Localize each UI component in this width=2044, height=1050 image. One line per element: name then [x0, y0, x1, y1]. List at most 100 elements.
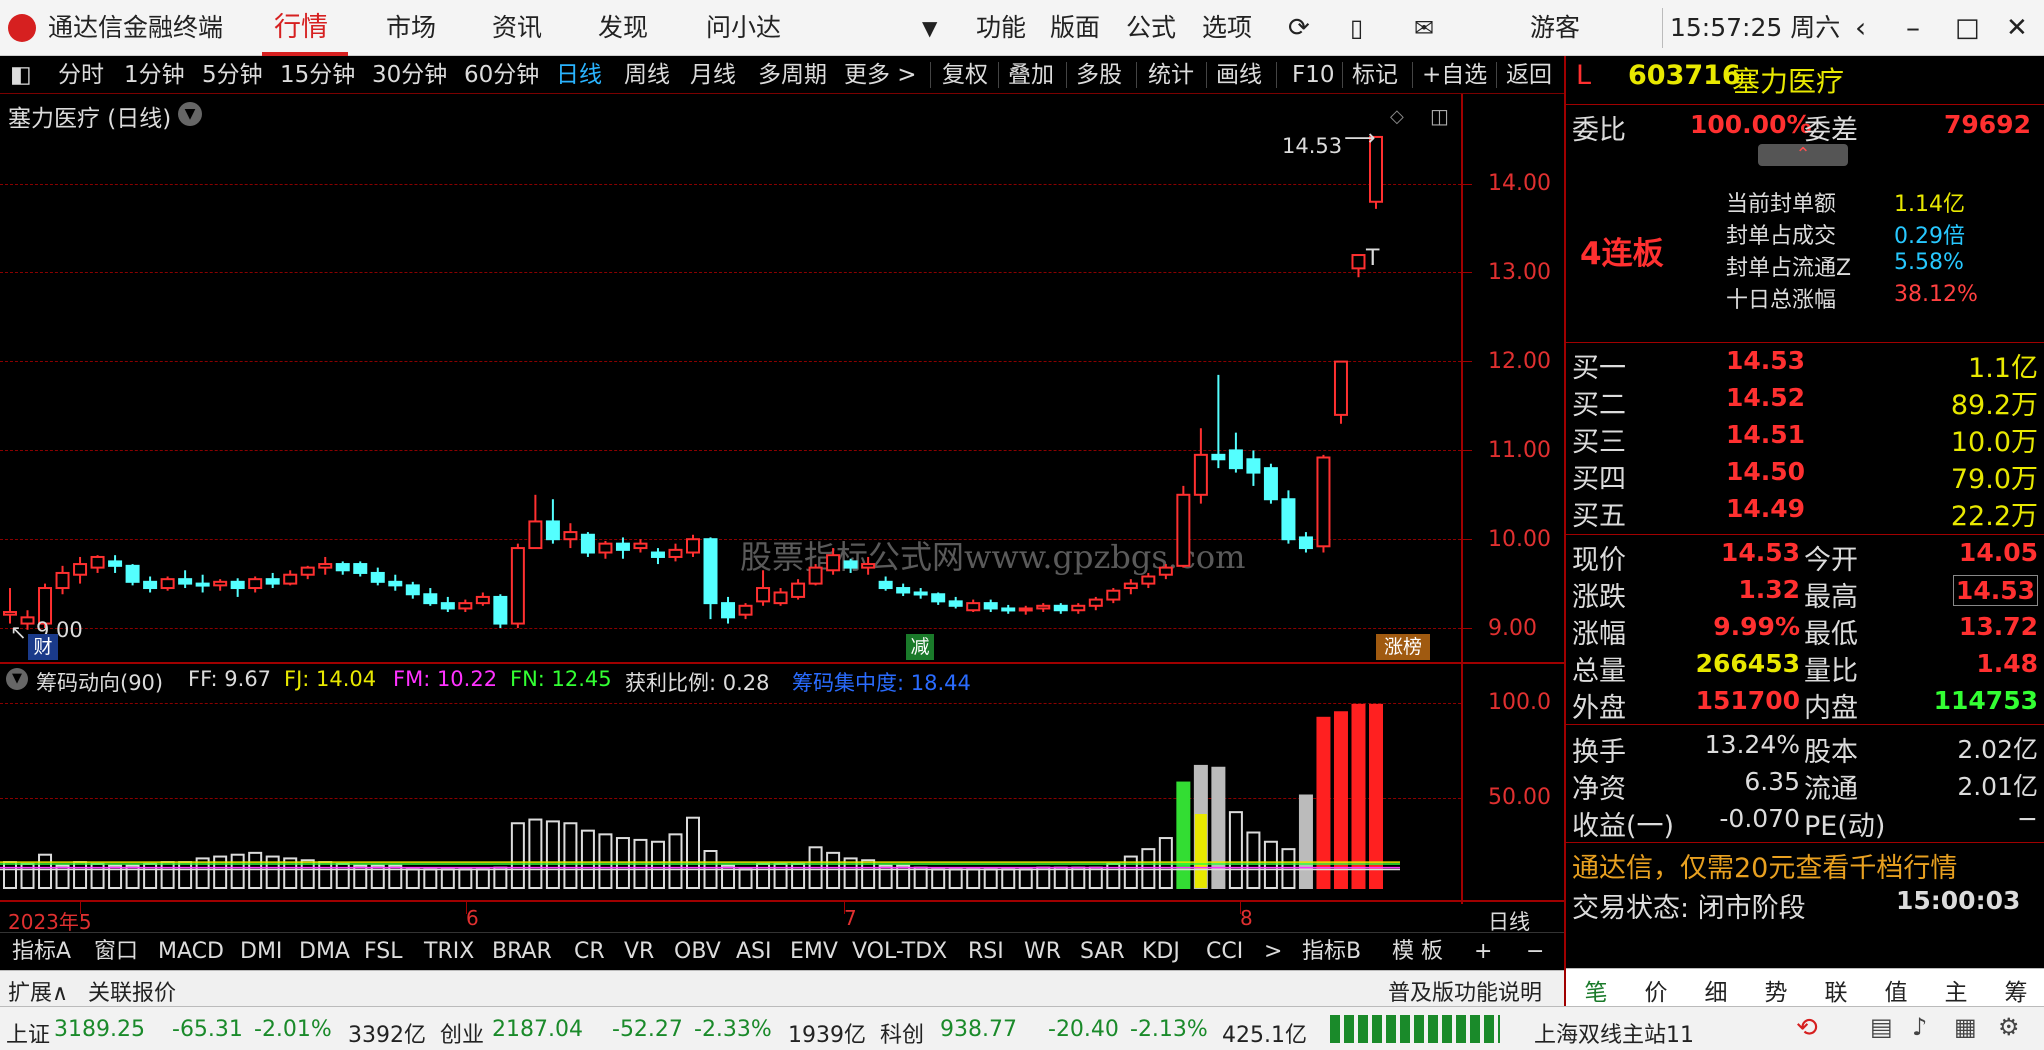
related-quote-button[interactable]: 关联报价 [88, 975, 176, 1007]
bell-icon[interactable]: ♪ [1912, 1013, 1927, 1041]
quote-tab[interactable]: 联 [1816, 973, 1856, 1007]
tab-asi[interactable]: ASI [736, 933, 772, 971]
x-label: 8 [1240, 906, 1253, 930]
tab-zhibiao-a[interactable]: 指标A [12, 933, 71, 971]
y-tick: 9.00 [1488, 616, 1537, 641]
notes-icon[interactable]: ▤ [1870, 1013, 1893, 1041]
tab-dma[interactable]: DMA [299, 933, 350, 971]
tab-zhibiao-b[interactable]: 指标B [1302, 933, 1361, 971]
volume-bar [738, 868, 753, 889]
index-cy-amt: 1939亿 [788, 1023, 866, 1048]
bid-label: 买三 [1572, 427, 1626, 458]
volume-bar [475, 868, 490, 889]
tab-brar[interactable]: BRAR [492, 933, 552, 971]
volume-bar [668, 833, 683, 889]
volume-bar [545, 820, 560, 890]
tab-vol-tdx[interactable]: VOL-TDX [852, 933, 947, 971]
stock-name: 塞力医疗 [1732, 65, 1845, 98]
index-cy-name[interactable]: 创业 [440, 1017, 484, 1049]
volume-bar [160, 861, 175, 889]
volume-bar [686, 816, 700, 890]
tab-macd[interactable]: MACD [158, 933, 224, 971]
quote-tab[interactable]: 笔 [1576, 973, 1616, 1007]
volume-bar [1071, 866, 1086, 890]
tab-add[interactable]: + [1474, 933, 1492, 971]
y-tick-mark [1460, 539, 1472, 540]
volume-bar [580, 829, 595, 890]
volume-bar [615, 837, 630, 889]
quote-tab[interactable]: 值 [1876, 973, 1916, 1007]
weicha-label: 委差 [1804, 115, 1858, 146]
fund-value: 2.02亿 [1957, 735, 2038, 764]
tab-remove[interactable]: − [1526, 933, 1544, 971]
user-label[interactable]: 游客 [1530, 0, 1580, 56]
quote-label: 今开 [1804, 545, 1858, 576]
tab-rsi[interactable]: RSI [968, 933, 1004, 971]
tab-kdj[interactable]: KDJ [1142, 933, 1180, 971]
volume-bar [650, 840, 665, 889]
help-button[interactable]: 普及版功能说明 [1388, 975, 1542, 1007]
grid-icon[interactable]: ▦ [1954, 1013, 1977, 1041]
close-icon[interactable]: ✕ [2006, 0, 2028, 56]
tab-sar[interactable]: SAR [1080, 933, 1125, 971]
tab-trix[interactable]: TRIX [424, 933, 474, 971]
tab-chuangkou[interactable]: 窗口 [94, 933, 138, 971]
stock-flag: L [1576, 60, 1592, 91]
tab-more[interactable]: > [1264, 933, 1282, 971]
tab-emv[interactable]: EMV [790, 933, 838, 971]
tab-cr[interactable]: CR [574, 933, 605, 971]
bid-volume: 79.0万 [1950, 464, 2038, 495]
quote-tab[interactable]: 势 [1756, 973, 1796, 1007]
connection-icon[interactable]: ⟲ [1796, 1013, 1818, 1043]
tool-fanhui[interactable]: 返回 [1506, 56, 1552, 94]
quote-value: 14.53 [1720, 538, 1800, 567]
indicator-y-tick: 100.0 [1488, 690, 1551, 715]
volume-bar [3, 861, 17, 889]
index-sh-price: 3189.25 [54, 1017, 145, 1042]
index-kc-name[interactable]: 科创 [880, 1017, 924, 1049]
x-tick-mark [80, 902, 81, 914]
menu-divider [1662, 8, 1663, 48]
tab-wr[interactable]: WR [1024, 933, 1061, 971]
promo-text[interactable]: 通达信，仅需20元查看千档行情 [1572, 846, 1957, 885]
back-arrow-icon[interactable]: ‹ [1855, 0, 1866, 56]
tab-dmi[interactable]: DMI [240, 933, 282, 971]
tab-vr[interactable]: VR [624, 933, 654, 971]
indicator-tabs: 指标A 窗口 MACD DMI DMA FSL TRIX BRAR CR VR … [0, 932, 1567, 970]
y-tick: 14.00 [1488, 171, 1551, 196]
tab-fsl[interactable]: FSL [364, 933, 403, 971]
quote-value: 114753 [1933, 686, 2038, 715]
volume-bar [178, 861, 193, 889]
divider [1566, 724, 2044, 725]
settings-icon[interactable]: ⚙ [1998, 1013, 2020, 1041]
fund-label: 换手 [1572, 737, 1626, 768]
volume-bar [1246, 831, 1261, 889]
volume-bar [1123, 855, 1138, 889]
bid-volume: 22.2万 [1950, 501, 2038, 532]
y-tick-mark [1460, 272, 1472, 273]
maximize-icon[interactable]: □ [1955, 0, 1980, 56]
index-sh-amt: 3392亿 [348, 1023, 426, 1048]
fund-label: 流通 [1804, 774, 1858, 805]
volume-bar [1176, 781, 1191, 889]
quote-tab[interactable]: 筹 [1996, 973, 2036, 1007]
expand-button[interactable]: 扩展∧ [8, 975, 68, 1007]
quote-tab[interactable]: 价 [1636, 973, 1676, 1007]
fund-label: 收益(一) [1572, 811, 1675, 842]
index-sh-name[interactable]: 上证 [6, 1017, 50, 1049]
limit-stat-value: 5.58% [1894, 250, 1964, 275]
tab-obv[interactable]: OBV [674, 933, 721, 971]
index-kc-amt: 425.1亿 [1222, 1023, 1307, 1048]
server-name[interactable]: 上海双线主站11 [1534, 1017, 1694, 1049]
tab-muban[interactable]: 模 板 [1392, 933, 1443, 971]
toolbar-divider [1496, 62, 1497, 88]
volume-bar [440, 868, 455, 889]
quote-value: 14.05 [1958, 538, 2038, 567]
quote-tab[interactable]: 细 [1696, 973, 1736, 1007]
collapse-chevron-icon[interactable]: ⌃ [1758, 144, 1848, 166]
tab-cci[interactable]: CCI [1206, 933, 1243, 971]
limit-stat-value: 0.29倍 [1894, 224, 1965, 249]
quote-label: 涨幅 [1572, 619, 1626, 650]
quote-tab[interactable]: 主 [1936, 973, 1976, 1007]
minimize-icon[interactable]: – [1906, 0, 1920, 56]
